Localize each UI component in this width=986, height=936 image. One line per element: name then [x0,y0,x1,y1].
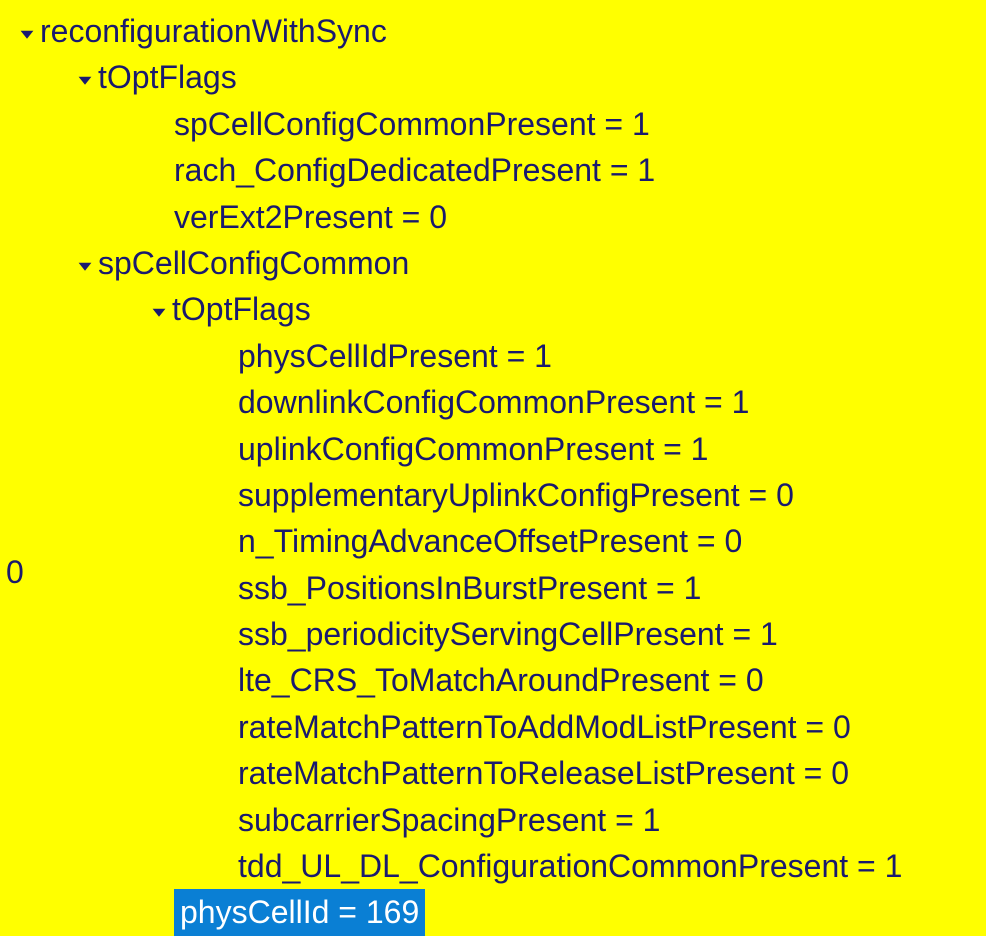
tree-node-toptflags-1[interactable]: tOptFlags [72,54,982,100]
tree-leaf[interactable]: spCellConfigCommonPresent = 1 [146,101,982,147]
leaf-label: tdd_UL_DL_ConfigurationCommonPresent = 1 [238,843,902,889]
caret-down-icon [72,54,98,100]
tree-leaf[interactable]: rach_ConfigDedicatedPresent = 1 [146,147,982,193]
leaf-label: lte_CRS_ToMatchAroundPresent = 0 [238,657,764,703]
tree-leaf[interactable]: ssb_periodicityServingCellPresent = 1 [210,611,982,657]
tree-leaf[interactable]: downlinkConfigCommonPresent = 1 [210,379,982,425]
tree-leaf[interactable]: lte_CRS_ToMatchAroundPresent = 0 [210,657,982,703]
tree-leaf[interactable]: tdd_UL_DL_ConfigurationCommonPresent = 1 [210,843,982,889]
tree-node-spcellconfigcommon[interactable]: spCellConfigCommon [72,240,982,286]
caret-down-icon [14,8,40,54]
tree-leaf[interactable]: subcarrierSpacingPresent = 1 [210,797,982,843]
tree-node-reconfigurationWithSync[interactable]: reconfigurationWithSync [14,8,982,54]
caret-down-icon [72,240,98,286]
leaf-label: downlinkConfigCommonPresent = 1 [238,379,749,425]
caret-down-icon [146,286,172,332]
tree-leaf[interactable]: physCellIdPresent = 1 [210,333,982,379]
leaf-label: uplinkConfigCommonPresent = 1 [238,426,708,472]
leaf-label: rach_ConfigDedicatedPresent = 1 [174,147,655,193]
line-number-zero: 0 [6,554,24,591]
tree-leaf[interactable]: rateMatchPatternToReleaseListPresent = 0 [210,750,982,796]
node-label: tOptFlags [172,286,311,332]
tree-leaf[interactable]: rateMatchPatternToAddModListPresent = 0 [210,704,982,750]
node-label: spCellConfigCommon [98,240,409,286]
leaf-label: spCellConfigCommonPresent = 1 [174,101,650,147]
leaf-label: n_TimingAdvanceOffsetPresent = 0 [238,518,742,564]
leaf-label: ssb_PositionsInBurstPresent = 1 [238,565,701,611]
tree-leaf[interactable]: n_TimingAdvanceOffsetPresent = 0 [210,518,982,564]
leaf-label: supplementaryUplinkConfigPresent = 0 [238,472,794,518]
leaf-label: ssb_periodicityServingCellPresent = 1 [238,611,778,657]
node-label: reconfigurationWithSync [40,8,387,54]
leaf-label: physCellIdPresent = 1 [238,333,552,379]
tree-leaf-physcellid[interactable]: physCellId = 169 [146,889,982,935]
leaf-label: rateMatchPatternToAddModListPresent = 0 [238,704,851,750]
tree-leaf[interactable]: verExt2Present = 0 [146,194,982,240]
leaf-label: subcarrierSpacingPresent = 1 [238,797,660,843]
leaf-label: rateMatchPatternToReleaseListPresent = 0 [238,750,849,796]
tree-leaf[interactable]: supplementaryUplinkConfigPresent = 0 [210,472,982,518]
tree-leaf[interactable]: ssb_PositionsInBurstPresent = 1 [210,565,982,611]
leaf-label: verExt2Present = 0 [174,194,447,240]
leaf-label-selected: physCellId = 169 [174,889,425,935]
tree-node-toptflags-2[interactable]: tOptFlags [146,286,982,332]
tree-leaf[interactable]: uplinkConfigCommonPresent = 1 [210,426,982,472]
node-label: tOptFlags [98,54,237,100]
tree-view: reconfigurationWithSync tOptFlags spCell… [4,8,982,936]
